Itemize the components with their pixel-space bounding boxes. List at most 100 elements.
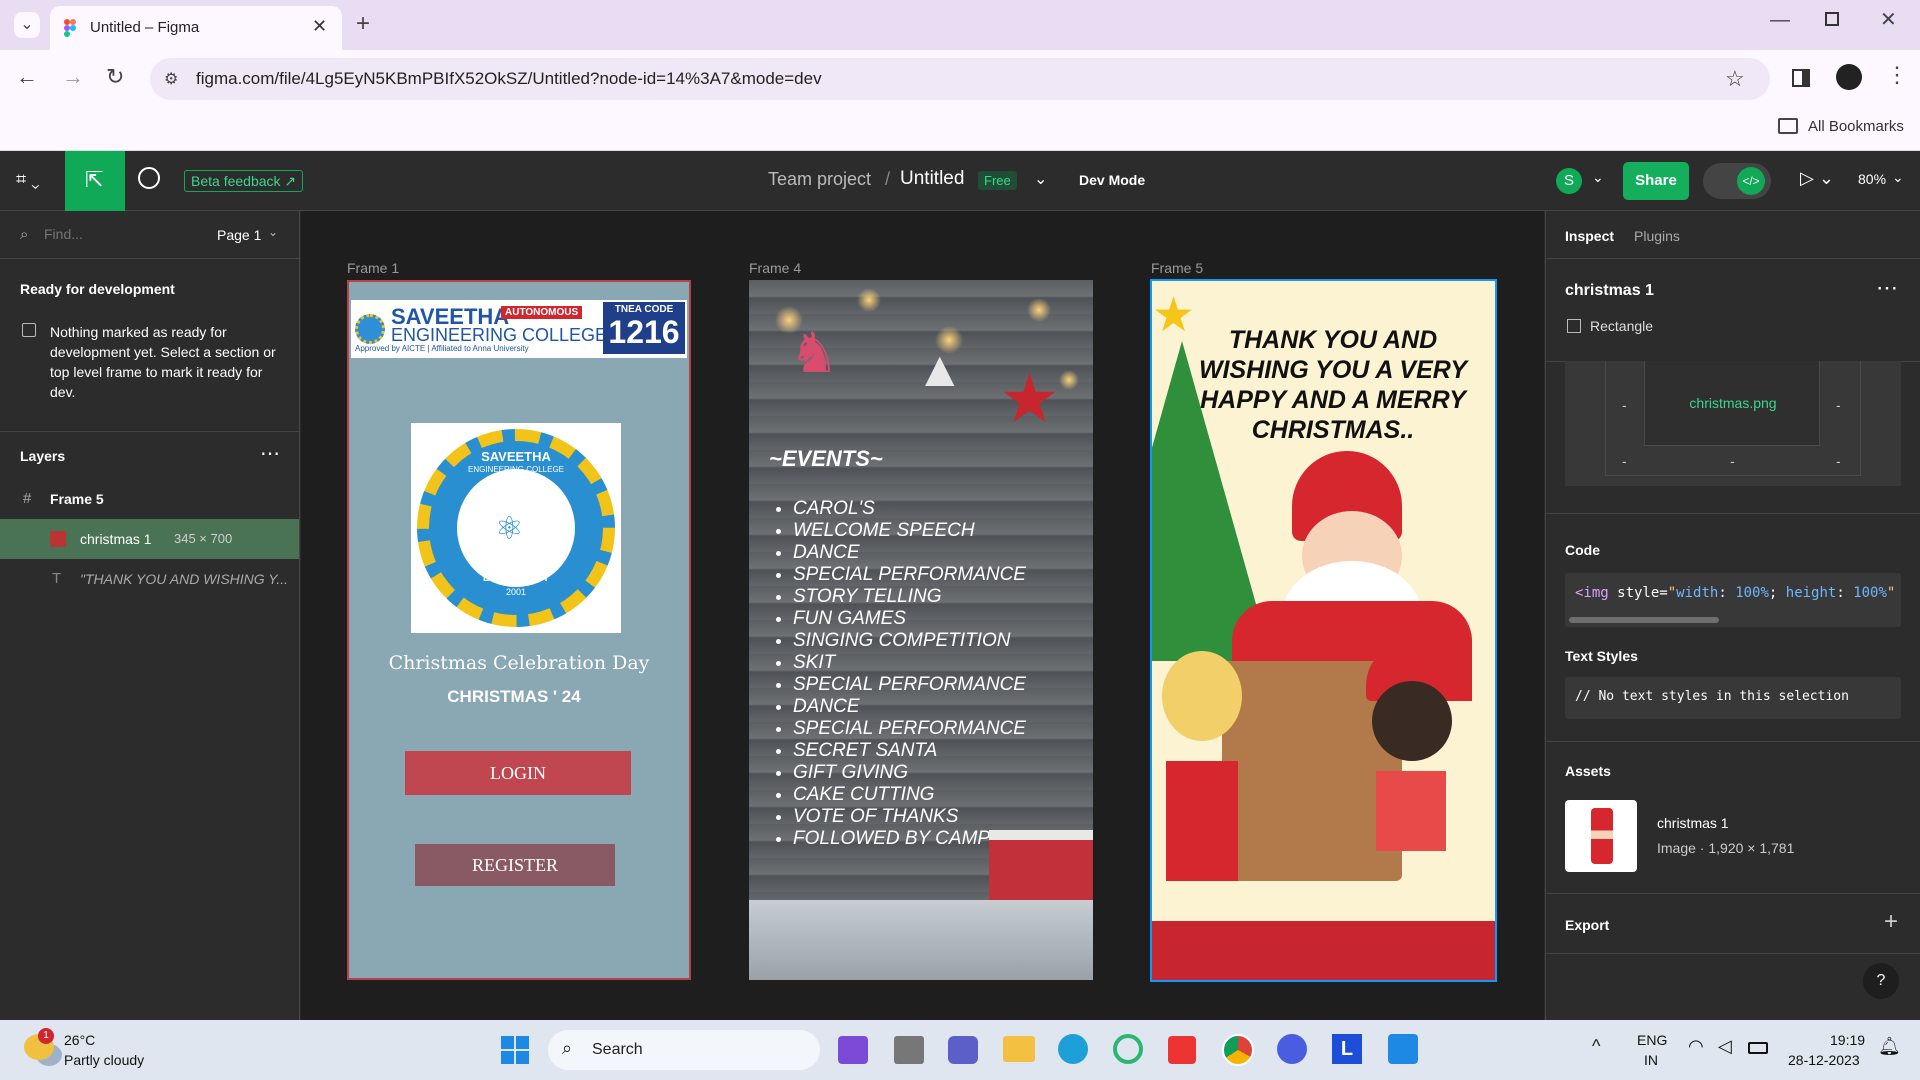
emblem-gear-icon: SAVEETHA ENGINEERING COLLEGE BE THE BEST… <box>417 429 615 627</box>
all-bookmarks-link[interactable]: All Bookmarks <box>1808 118 1904 135</box>
college-emblem: SAVEETHA ENGINEERING COLLEGE BE THE BEST… <box>411 423 621 633</box>
layer-search-input[interactable] <box>44 222 184 246</box>
clock-date[interactable]: 28-12-2023 <box>1788 1052 1860 1068</box>
canvas[interactable]: Frame 1 SAVEETHA AUTONOMOUS ENGINEERING … <box>301 211 1544 1020</box>
add-export-icon[interactable]: + <box>1884 908 1898 936</box>
window-close-icon[interactable]: ✕ <box>1880 10 1897 30</box>
frame-4-label[interactable]: Frame 4 <box>749 260 801 276</box>
battery-icon[interactable] <box>1748 1042 1768 1054</box>
tab-search-dropdown-icon[interactable]: ⌄ <box>14 12 40 38</box>
app-icon-3[interactable] <box>1277 1034 1307 1064</box>
frame-4[interactable]: ♞ ▲ ★ ~EVENTS~ CAROL'SWELCOME SPEECHDANC… <box>749 280 1093 980</box>
page-selector[interactable]: Page 1 <box>217 227 261 243</box>
code-block[interactable]: <img style="width: 100%; height: 100%" <box>1565 573 1901 627</box>
avatar-chevron-icon[interactable]: ⌄ <box>1592 169 1604 186</box>
tab-close-icon[interactable]: ✕ <box>312 16 327 37</box>
frame-5[interactable]: ★ THANK YOU AND WISHING YOU A VERY HAPPY… <box>1150 279 1497 982</box>
store-icon[interactable] <box>1168 1036 1196 1064</box>
assets-title: Assets <box>1565 763 1611 779</box>
back-icon[interactable]: ← <box>16 66 38 88</box>
breadcrumb-separator: / <box>885 169 891 189</box>
tab-plugins[interactable]: Plugins <box>1634 228 1680 244</box>
dev-mode-toggle[interactable]: </> <box>1703 163 1771 199</box>
volume-icon[interactable]: ◁ <box>1718 1036 1732 1057</box>
beta-feedback-button[interactable]: Beta feedback ↗ <box>184 170 304 192</box>
minimize-icon[interactable]: — <box>1770 10 1790 30</box>
code-prop: width <box>1676 585 1719 601</box>
app-icon-l[interactable]: L <box>1332 1034 1362 1064</box>
new-tab-icon[interactable]: + <box>356 12 370 36</box>
profile-icon[interactable] <box>1836 64 1862 90</box>
zoom-level[interactable]: 80% <box>1858 171 1886 187</box>
layer-row-frame-5[interactable]: # Frame 5 <box>0 479 299 519</box>
box-model: christmas.png - - - - - <box>1565 361 1901 486</box>
event-item: SECRET SANTA <box>793 740 1033 762</box>
start-icon <box>501 1036 514 1049</box>
browser-tab[interactable]: Untitled – Figma ✕ <box>50 6 342 50</box>
zoom-chevron-icon[interactable]: ⌄ <box>1892 169 1904 186</box>
layer-row-christmas-1[interactable]: christmas 1 345 × 700 <box>0 519 299 559</box>
frame-1-label[interactable]: Frame 1 <box>347 260 399 276</box>
chrome-icon[interactable] <box>1222 1034 1254 1066</box>
app-icon-circle[interactable] <box>1113 1034 1143 1064</box>
tray-chevron-icon[interactable]: ^ <box>1592 1036 1600 1057</box>
side-panel-icon[interactable] <box>1792 69 1810 87</box>
notification-bell-icon[interactable]: 🔔︎ <box>1878 1036 1901 1057</box>
greeting-message: THANK YOU AND WISHING YOU A VERY HAPPY A… <box>1198 326 1468 444</box>
register-button[interactable]: REGISTER <box>415 844 615 886</box>
forward-icon[interactable]: → <box>62 66 84 88</box>
lang-2[interactable]: IN <box>1644 1052 1658 1068</box>
present-play-icon[interactable]: ▷ ⌄ <box>1800 168 1834 189</box>
reload-icon[interactable]: ↻ <box>106 66 124 88</box>
file-name[interactable]: Untitled <box>900 168 964 190</box>
box-content-label: christmas.png <box>1689 395 1777 411</box>
address-bar[interactable]: ⚙ figma.com/file/4Lg5EyN5KBmPBIfX52OkSZ/… <box>150 58 1770 100</box>
figma-menu-icon[interactable]: ⌗ ⌄ <box>16 169 40 190</box>
start-icon <box>516 1036 529 1049</box>
site-info-icon[interactable]: ⚙ <box>164 69 178 89</box>
layer-row-text[interactable]: T "THANK YOU AND WISHING Y... <box>0 559 299 599</box>
teams-icon[interactable] <box>948 1036 978 1064</box>
start-button[interactable] <box>501 1036 529 1064</box>
edge-icon[interactable] <box>1058 1034 1088 1064</box>
event-item: WELCOME SPEECH <box>793 520 1033 542</box>
clock-time[interactable]: 19:19 <box>1830 1032 1865 1048</box>
event-title: Christmas Celebration Day <box>388 652 650 674</box>
wifi-icon[interactable]: ◠ <box>1688 1036 1704 1057</box>
help-button[interactable]: ? <box>1863 963 1899 999</box>
divider <box>1546 258 1920 259</box>
file-explorer-icon[interactable] <box>1003 1036 1035 1062</box>
plan-badge: Free <box>978 171 1017 190</box>
dev-inspect-tool-button[interactable]: ⇱ <box>65 151 125 211</box>
emblem-top: SAVEETHA <box>481 449 551 464</box>
taskbar-search[interactable]: ⌕ Search <box>548 1030 820 1070</box>
vscode-icon[interactable] <box>1388 1034 1418 1064</box>
share-button[interactable]: Share <box>1623 162 1689 200</box>
file-menu-chevron-icon[interactable]: ⌄ <box>1034 169 1047 189</box>
restore-icon[interactable] <box>1825 12 1839 26</box>
girl-illustration <box>1352 641 1462 871</box>
url-text: figma.com/file/4Lg5EyN5KBmPBIfX52OkSZ/Un… <box>196 69 822 88</box>
comment-icon[interactable] <box>138 167 160 189</box>
ready-icon <box>22 323 36 337</box>
bookmark-star-icon[interactable]: ☆ <box>1725 66 1745 92</box>
frame-1[interactable]: SAVEETHA AUTONOMOUS ENGINEERING COLLEGE … <box>347 280 691 980</box>
elf-girl-illustration <box>1152 651 1242 901</box>
browser-menu-icon[interactable]: ⋮ <box>1886 64 1908 86</box>
box-dash: - <box>1730 453 1735 469</box>
page-chevron-icon[interactable]: ⌄ <box>268 225 278 239</box>
login-button[interactable]: LOGIN <box>405 751 631 795</box>
layers-more-icon[interactable]: ⋯ <box>260 441 280 466</box>
code-value: 100% <box>1735 585 1769 601</box>
app-icon-2[interactable] <box>894 1036 924 1064</box>
frame-5-label[interactable]: Frame 5 <box>1151 260 1203 276</box>
avatar[interactable]: S <box>1556 168 1582 194</box>
tab-inspect[interactable]: Inspect <box>1565 228 1614 244</box>
code-title: Code <box>1565 542 1600 558</box>
code-scrollbar[interactable] <box>1569 617 1719 623</box>
asset-thumbnail[interactable] <box>1565 800 1637 872</box>
selection-more-icon[interactable]: ⋯ <box>1876 275 1898 301</box>
project-breadcrumb[interactable]: Team project <box>768 169 871 190</box>
app-icon-1[interactable] <box>838 1036 868 1064</box>
lang-1[interactable]: ENG <box>1637 1032 1667 1048</box>
